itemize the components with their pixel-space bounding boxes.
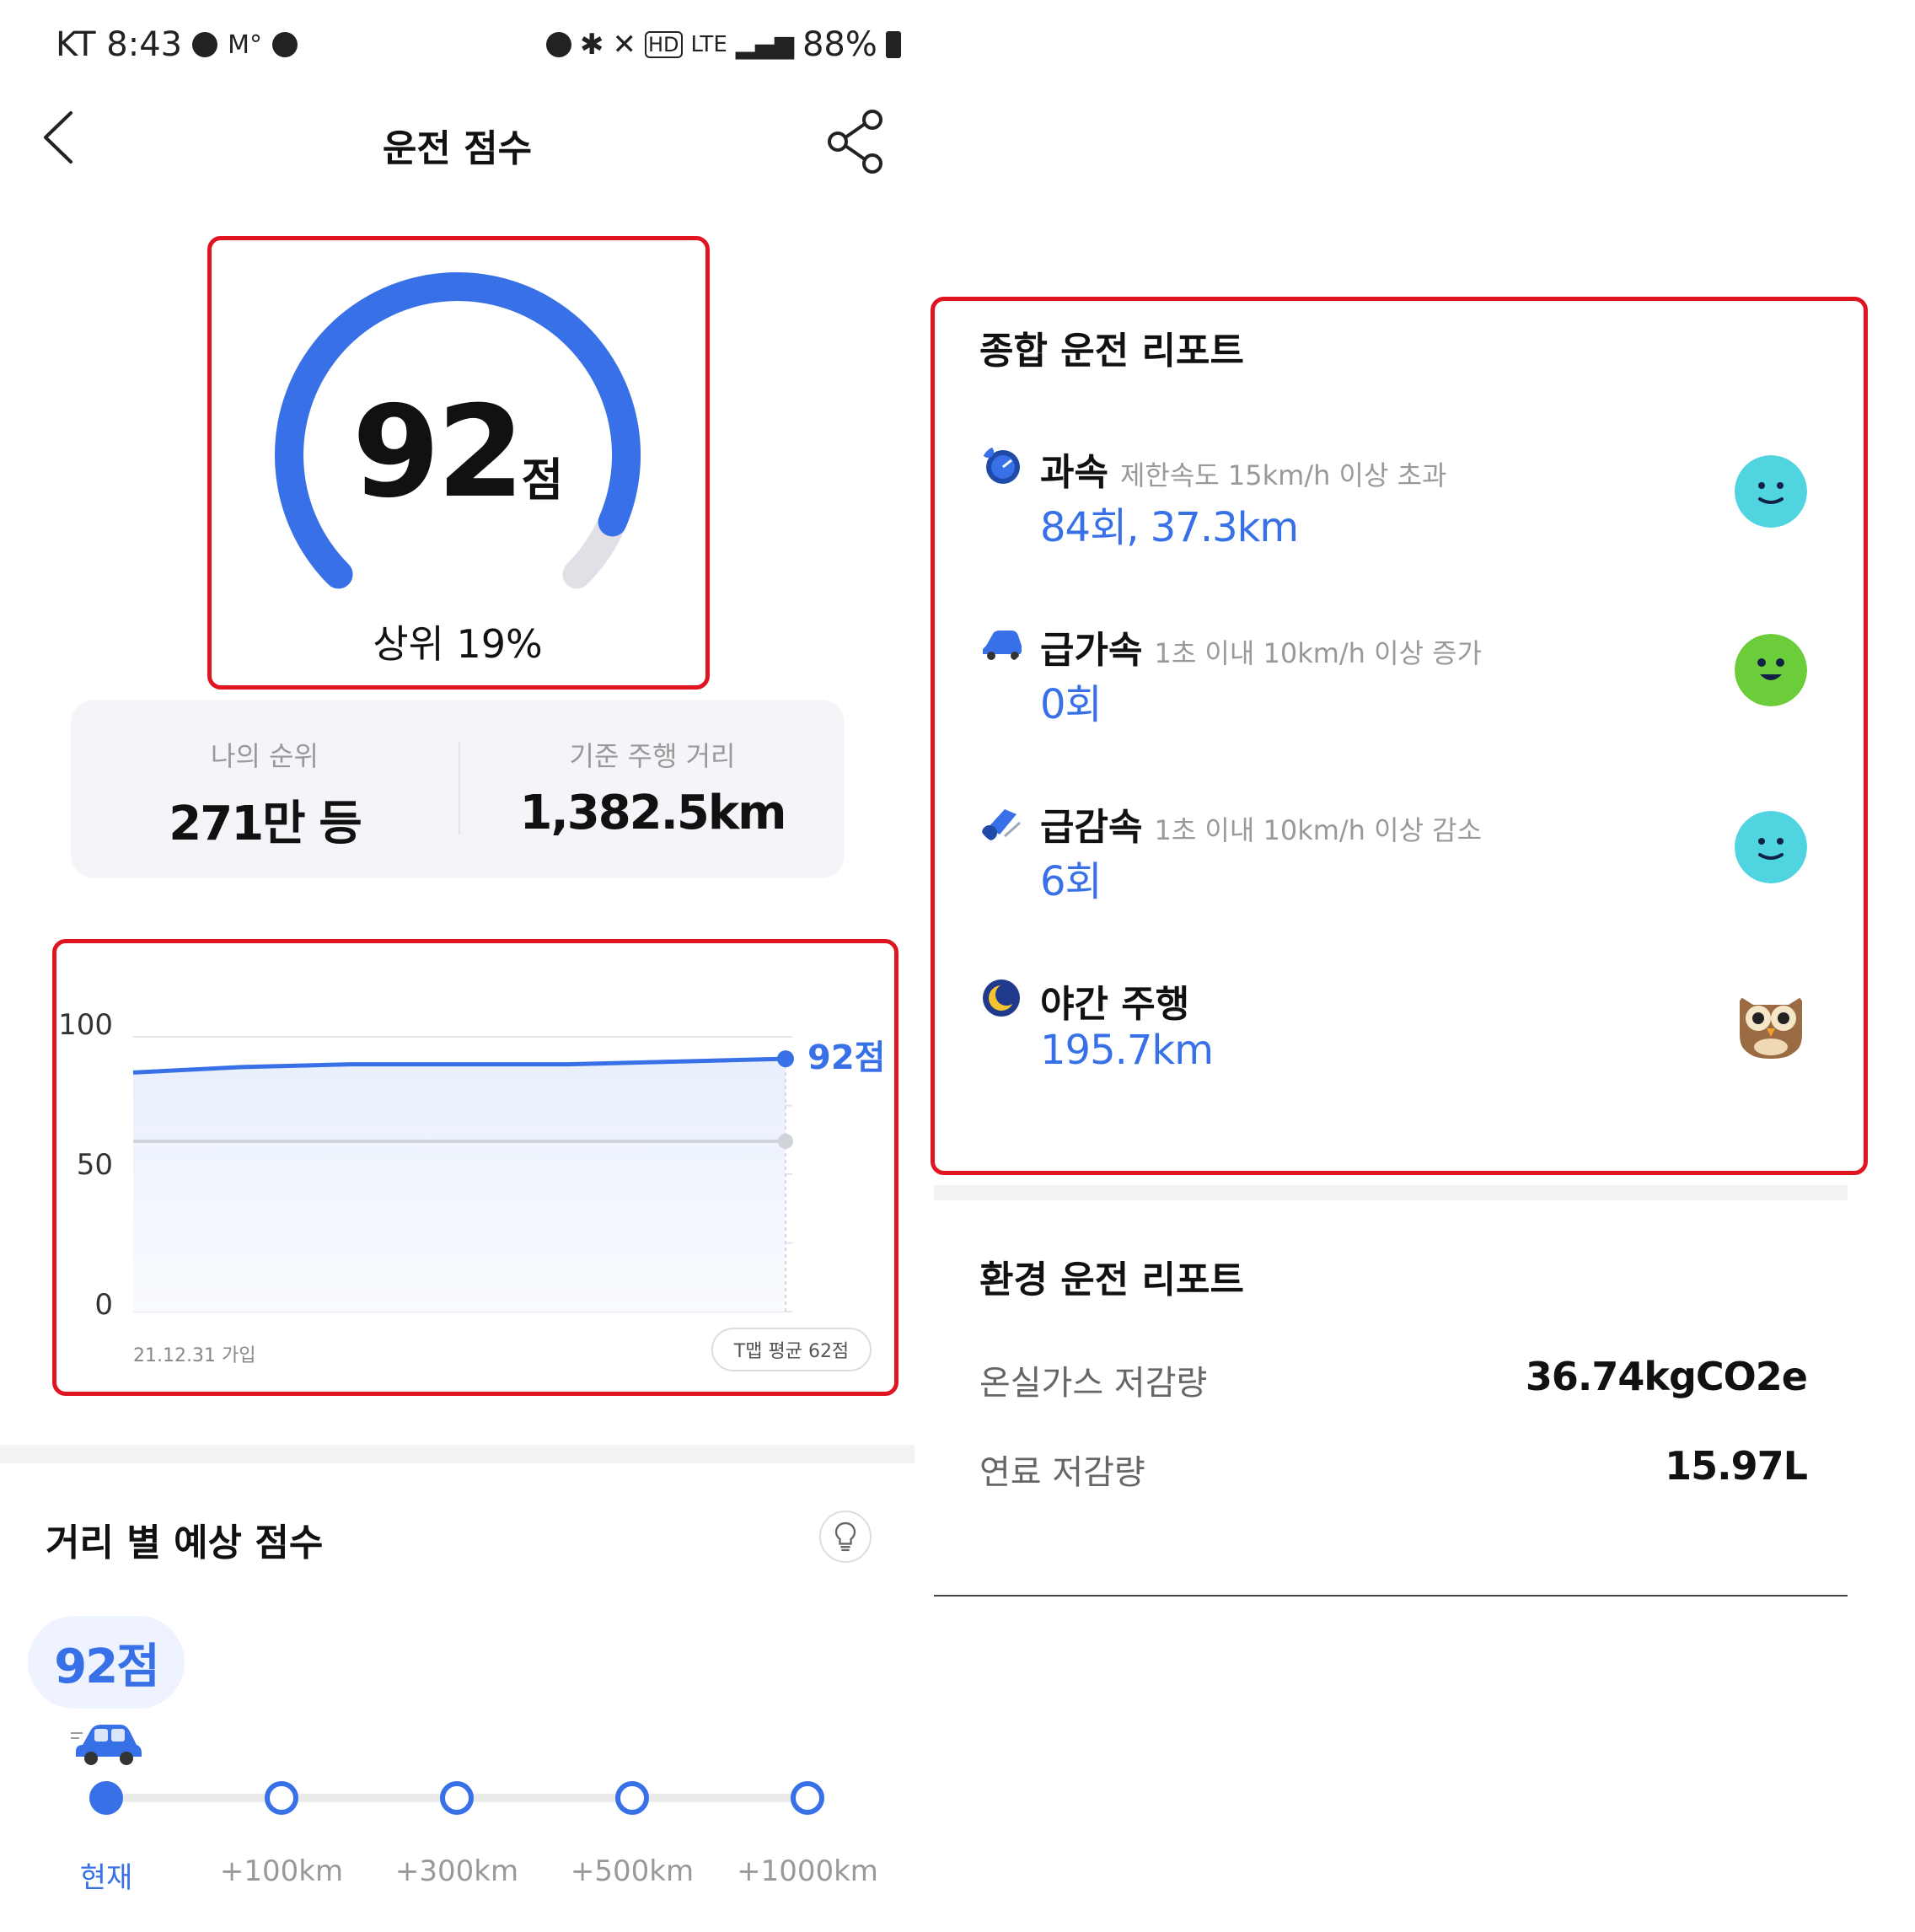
rank-label: 나의 순위	[211, 740, 319, 772]
average-end-point	[778, 1133, 793, 1149]
neutral-face-icon	[1735, 455, 1807, 528]
report-title: 종합 운전 리포트	[979, 330, 1244, 373]
signal-icon: ▂▄▆	[735, 30, 794, 60]
battery-text: 88%	[802, 25, 877, 64]
item-title-speeding: 과속	[1040, 451, 1108, 494]
rank-value: 271만 등	[169, 797, 362, 851]
eco-value-ghg: 36.74kgCO2e	[1525, 1354, 1808, 1399]
m-badge: M°	[228, 30, 262, 60]
mute-icon: ✕	[612, 28, 637, 62]
score-area	[133, 1059, 786, 1312]
item-desc-acceleration: 1초 이내 10km/h 이상 증가	[1154, 637, 1483, 669]
chart-end-label: 92점	[807, 1038, 886, 1077]
timeline-dot-100km	[265, 1781, 298, 1815]
item-value-acceleration: 0회	[1040, 681, 1102, 728]
y-tick-50: 50	[76, 1148, 113, 1182]
eco-report-title: 환경 운전 리포트	[979, 1258, 1244, 1301]
happy-face-icon	[1735, 634, 1807, 706]
report-item-deceleration: 급감속 1초 이내 10km/h 이상 감소	[1040, 797, 1482, 851]
timeline-label-500km: +500km	[570, 1854, 695, 1888]
lte-badge: LTE	[690, 32, 727, 57]
item-title-acceleration: 급가속	[1040, 629, 1143, 672]
stats-card: 나의 순위 271만 등 기준 주행 거리 1,382.5km	[71, 700, 845, 878]
timeline-dot-300km	[440, 1781, 474, 1815]
score-end-point	[777, 1050, 794, 1068]
share-icon[interactable]	[826, 108, 885, 175]
lightbulb-icon[interactable]	[819, 1511, 872, 1563]
notification-icon	[272, 32, 298, 57]
timeline-dot-500km	[615, 1781, 649, 1815]
score-unit: 점	[521, 453, 564, 507]
timeline-dot-1000km	[791, 1781, 824, 1815]
item-value-deceleration: 6회	[1040, 858, 1102, 905]
distance-forecast-title: 거리 별 예상 점수	[46, 1521, 324, 1564]
section-separator	[0, 1445, 915, 1463]
report-separator	[934, 1185, 1848, 1200]
owl-icon	[1740, 996, 1802, 1059]
item-desc-speeding: 제한속도 15km/h 이상 초과	[1119, 459, 1447, 491]
distance-label: 기준 주행 거리	[569, 740, 736, 772]
eco-label-ghg: 온실가스 저감량	[979, 1364, 1208, 1403]
brake-icon	[982, 809, 1021, 840]
item-desc-deceleration: 1초 이내 10km/h 이상 감소	[1154, 814, 1483, 846]
y-tick-100: 100	[58, 1008, 113, 1042]
moon-icon	[983, 979, 1020, 1017]
report-item-acceleration: 급가속 1초 이내 10km/h 이상 증가	[1040, 620, 1482, 674]
report-item-night: 야간 주행	[1040, 974, 1189, 1028]
item-value-speeding: 84회, 37.3km	[1040, 504, 1299, 551]
timeline-label-100km: +100km	[219, 1854, 344, 1888]
eco-label-fuel: 연료 저감량	[979, 1453, 1145, 1492]
timeline-label-300km: +300km	[394, 1854, 519, 1888]
timeline-label-1000km: +1000km	[737, 1854, 878, 1888]
rank-percentile: 상위 19%	[373, 621, 543, 667]
carrier-time: KT 8:43	[56, 25, 183, 64]
timeline-label-current: 현재	[79, 1861, 133, 1895]
item-title-deceleration: 급감속	[1040, 806, 1143, 849]
bottom-divider	[934, 1595, 1848, 1597]
item-title-night: 야간 주행	[1040, 983, 1190, 1026]
status-bar-right: ✱ ✕ HD LTE ▂▄▆ 88%	[546, 25, 901, 64]
current-score-bubble: 92점	[28, 1616, 185, 1709]
eco-value-fuel: 15.97L	[1665, 1443, 1808, 1489]
talk-icon	[192, 32, 218, 57]
speedometer-icon	[982, 446, 1020, 484]
score-line-chart	[132, 1036, 794, 1312]
average-score-pill: T맵 평균 62점	[711, 1328, 872, 1371]
score-number: 92	[351, 379, 525, 526]
distance-value: 1,382.5km	[519, 786, 787, 840]
report-item-speeding: 과속 제한속도 15km/h 이상 초과	[1040, 442, 1447, 496]
car-acceleration-icon	[983, 631, 1022, 660]
score-value: 92점	[209, 379, 706, 526]
timeline-dot-current	[89, 1781, 123, 1815]
page-title: 운전 점수	[382, 127, 533, 170]
neutral-face-icon	[1735, 811, 1807, 883]
battery-icon	[885, 31, 901, 58]
car-icon	[71, 1725, 142, 1765]
status-bar-left: KT 8:43 M°	[56, 25, 298, 64]
hd-badge: HD	[645, 31, 683, 58]
alarm-icon	[546, 32, 571, 57]
join-date-label: 21.12.31 가입	[133, 1345, 256, 1366]
bluetooth-icon: ✱	[580, 28, 604, 62]
item-value-night: 195.7km	[1040, 1027, 1214, 1074]
y-tick-0: 0	[94, 1288, 113, 1322]
